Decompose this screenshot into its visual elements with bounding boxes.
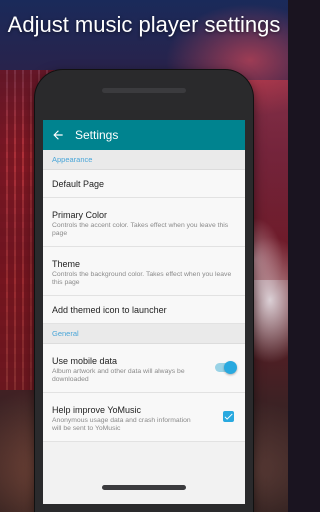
pref-title: Default Page (52, 178, 105, 189)
promo-headline: Adjust music player settings (7, 12, 281, 37)
pref-default-page[interactable]: Default Page (43, 170, 245, 198)
pref-use-mobile-data[interactable]: Use mobile data Album artwork and other … (43, 344, 245, 393)
pref-title: Theme (52, 259, 81, 269)
help-improve-checkbox[interactable] (223, 411, 234, 422)
pref-title: Primary Color (52, 210, 108, 220)
pref-summary: Anonymous usage data and crash informati… (52, 417, 191, 432)
pref-title: Use mobile data (52, 356, 118, 366)
section-header-general: General (43, 324, 245, 344)
phone-frame: Settings Appearance Default Page Primary… (35, 70, 253, 512)
phone-speaker-top (102, 88, 186, 93)
pref-summary: Controls the accent color. Takes effect … (52, 222, 229, 237)
pref-title: Help improve YoMusic (52, 405, 142, 415)
pref-theme[interactable]: Theme Controls the background color. Tak… (43, 247, 245, 296)
pref-summary: Album artwork and other data will always… (52, 368, 185, 383)
pref-summary: Controls the background color. Takes eff… (52, 271, 232, 286)
app-bar: Settings (43, 120, 245, 150)
section-header-appearance: Appearance (43, 150, 245, 170)
pref-add-themed-icon[interactable]: Add themed icon to launcher (43, 296, 245, 324)
page-title: Settings (75, 128, 119, 142)
pref-title: Add themed icon to launcher (52, 304, 167, 315)
mobile-data-toggle[interactable] (215, 361, 237, 374)
arrow-back-icon[interactable] (51, 128, 65, 142)
phone-screen: Settings Appearance Default Page Primary… (43, 120, 245, 504)
pref-primary-color[interactable]: Primary Color Controls the accent color.… (43, 198, 245, 247)
phone-speaker-bottom (102, 485, 186, 490)
check-icon (224, 413, 233, 420)
pref-help-improve[interactable]: Help improve YoMusic Anonymous usage dat… (43, 393, 245, 442)
toggle-thumb (224, 361, 237, 374)
